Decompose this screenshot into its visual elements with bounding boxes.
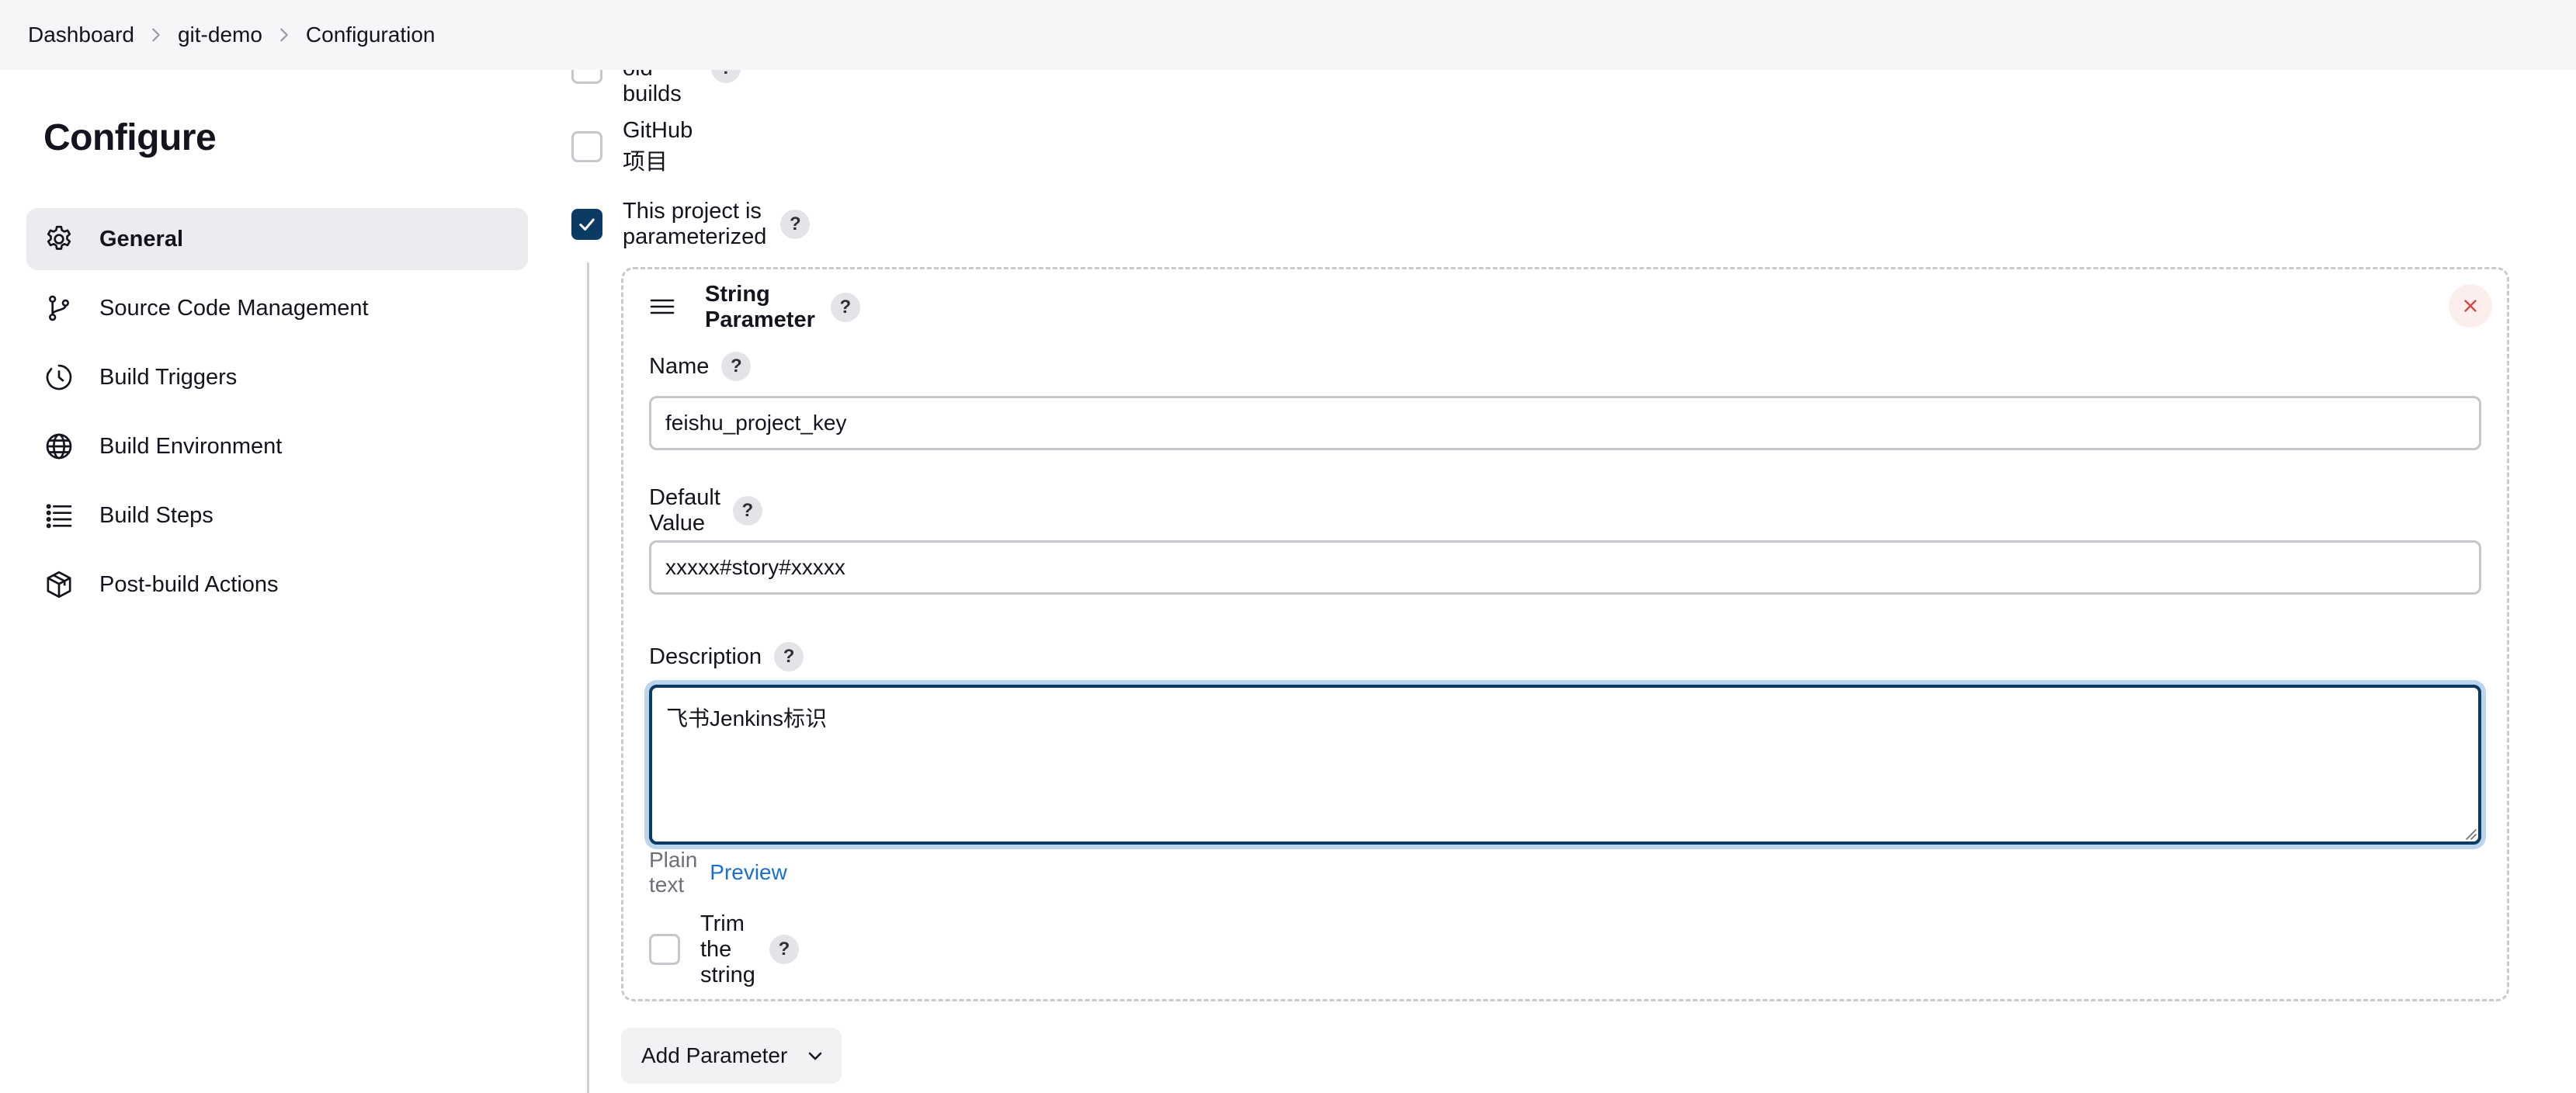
sidebar-item-label: Source Code Management <box>99 295 369 321</box>
name-input[interactable] <box>649 396 2481 450</box>
plain-text-label: Plain text <box>649 848 698 897</box>
help-icon[interactable]: ? <box>769 935 799 964</box>
name-field-label: Name ? <box>649 351 752 382</box>
sidebar-item-build-environment[interactable]: Build Environment <box>26 415 528 477</box>
gear-icon <box>42 222 76 256</box>
parameterized-checkbox[interactable] <box>571 209 602 240</box>
list-icon <box>42 498 76 533</box>
trim-string-label: Trim the string <box>700 911 755 987</box>
help-icon[interactable]: ? <box>830 293 860 322</box>
remove-parameter-button[interactable] <box>2449 284 2492 328</box>
parameterized-option: This project is parameterized ? <box>571 199 811 249</box>
sidebar-item-general[interactable]: General <box>26 208 528 270</box>
default-value-label-text: Default Value <box>649 485 720 536</box>
sidebar-item-label: Build Triggers <box>99 364 238 390</box>
default-value-input[interactable] <box>649 540 2481 595</box>
section-indent-line <box>587 262 589 1093</box>
help-icon[interactable]: ? <box>780 210 811 239</box>
trim-string-checkbox[interactable] <box>649 934 680 965</box>
sidebar-item-post-build-actions[interactable]: Post-build Actions <box>26 553 528 616</box>
parameterized-label: This project is parameterized <box>623 199 767 249</box>
sidebar-item-build-triggers[interactable]: Build Triggers <box>26 346 528 408</box>
add-parameter-label: Add Parameter <box>641 1043 788 1067</box>
breadcrumb: Dashboard git-demo Configuration <box>0 0 2576 70</box>
check-icon <box>579 218 595 231</box>
sidebar-item-label: Build Environment <box>99 433 283 459</box>
chevron-right-icon <box>134 26 178 43</box>
sidebar-item-label: General <box>99 226 183 252</box>
description-field-label: Description ? <box>649 641 804 672</box>
package-icon <box>42 567 76 602</box>
string-parameter-header: String Parameter ? <box>705 282 860 332</box>
drag-handle-icon[interactable] <box>649 295 675 318</box>
sidebar-item-build-steps[interactable]: Build Steps <box>26 484 528 546</box>
chevron-right-icon <box>262 26 306 43</box>
help-icon[interactable]: ? <box>774 642 804 671</box>
description-format-bar: Plain text Preview <box>649 848 787 897</box>
breadcrumb-git-demo[interactable]: git-demo <box>178 23 262 47</box>
name-label-text: Name <box>649 353 710 379</box>
string-parameter-title: String Parameter <box>705 282 815 332</box>
globe-icon <box>42 429 76 463</box>
github-project-option: GitHub 项目 <box>571 118 693 175</box>
trim-string-option: Trim the string ? <box>649 911 799 987</box>
preview-link[interactable]: Preview <box>710 860 787 885</box>
github-project-checkbox[interactable] <box>571 131 602 162</box>
page-title: Configure <box>43 117 217 158</box>
chevron-down-icon <box>809 1052 822 1060</box>
github-project-label: GitHub 项目 <box>623 117 693 175</box>
sidebar-item-label: Post-build Actions <box>99 571 279 597</box>
add-parameter-button[interactable]: Add Parameter <box>621 1028 842 1084</box>
branch-icon <box>42 291 76 325</box>
description-label-text: Description <box>649 644 762 669</box>
string-parameter-card <box>621 267 2509 1001</box>
sidebar-item-label: Build Steps <box>99 502 214 528</box>
default-value-field-label: Default Value ? <box>649 485 762 536</box>
resize-grip-icon[interactable] <box>2464 828 2477 840</box>
config-sidebar: General Source Code Management Build Tri… <box>26 208 528 623</box>
help-icon[interactable]: ? <box>732 496 762 526</box>
description-textarea[interactable]: 飞书Jenkins标识 <box>649 685 2481 845</box>
sidebar-item-source-code-management[interactable]: Source Code Management <box>26 277 528 339</box>
help-icon[interactable]: ? <box>721 352 752 381</box>
clock-icon <box>42 360 76 394</box>
breadcrumb-dashboard[interactable]: Dashboard <box>28 23 134 47</box>
close-icon <box>2464 300 2477 312</box>
breadcrumb-configuration[interactable]: Configuration <box>306 23 436 47</box>
